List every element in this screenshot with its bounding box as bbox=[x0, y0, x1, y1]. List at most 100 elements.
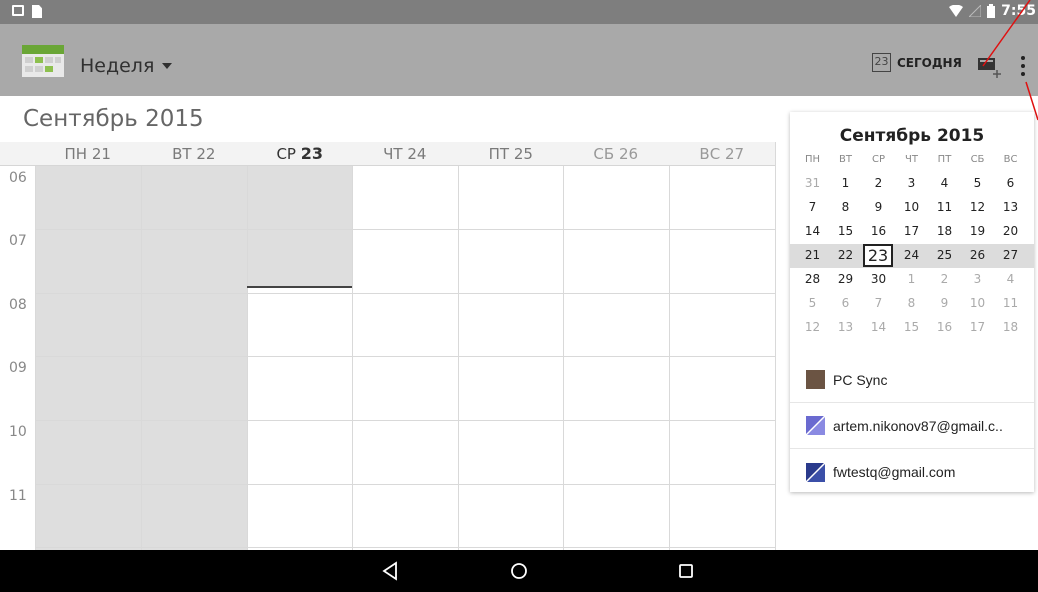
mini-calendar-day[interactable]: 15 bbox=[895, 316, 928, 339]
mini-calendar-day[interactable]: 30 bbox=[862, 268, 895, 291]
mini-calendar-day[interactable]: 26 bbox=[961, 244, 994, 267]
calendar-item[interactable]: fwtestq@gmail.com bbox=[790, 449, 1034, 495]
mini-calendar-day[interactable]: 2 bbox=[862, 172, 895, 195]
mini-calendar-day[interactable]: 8 bbox=[895, 292, 928, 315]
mini-calendar-day[interactable]: 7 bbox=[862, 292, 895, 315]
mini-calendar-day[interactable]: 4 bbox=[994, 268, 1027, 291]
mini-calendar-day[interactable]: 11 bbox=[994, 292, 1027, 315]
dropdown-caret-icon bbox=[162, 63, 173, 69]
hour-label: 06 bbox=[9, 170, 27, 186]
sd-card-icon bbox=[32, 5, 42, 18]
mini-calendar-day[interactable]: 11 bbox=[928, 196, 961, 219]
mini-calendar-day[interactable]: 17 bbox=[895, 220, 928, 243]
mini-calendar-day[interactable]: 9 bbox=[928, 292, 961, 315]
mini-calendar-day[interactable]: 27 bbox=[994, 244, 1027, 267]
hour-label: 07 bbox=[9, 233, 27, 249]
mini-calendar-day[interactable]: 1 bbox=[895, 268, 928, 291]
mini-calendar-day[interactable]: 24 bbox=[895, 244, 928, 267]
mini-calendar-week: 12 13 14 15 16 17 18 bbox=[790, 316, 1034, 340]
mini-calendar-day[interactable]: 22 bbox=[829, 244, 862, 267]
hour-row: 08 bbox=[0, 293, 775, 357]
mini-calendar-day[interactable]: 31 bbox=[796, 172, 829, 195]
today-button[interactable]: 23 СЕГОДНЯ bbox=[872, 53, 962, 72]
mini-calendar-day[interactable]: 16 bbox=[862, 220, 895, 243]
day-header-mon[interactable]: ПН 21 bbox=[35, 142, 141, 166]
back-icon[interactable] bbox=[379, 559, 403, 583]
calendar-color-swatch bbox=[806, 416, 825, 435]
today-label: СЕГОДНЯ bbox=[897, 55, 962, 70]
view-selector-label: Неделя bbox=[80, 55, 155, 77]
mini-calendar-day[interactable]: 21 bbox=[796, 244, 829, 267]
mini-calendar-day[interactable]: 10 bbox=[895, 196, 928, 219]
battery-icon bbox=[987, 4, 996, 18]
mini-calendar-day[interactable]: 10 bbox=[961, 292, 994, 315]
mini-calendar-day[interactable]: 16 bbox=[928, 316, 961, 339]
mini-calendar-day[interactable]: 6 bbox=[994, 172, 1027, 195]
overflow-menu-icon[interactable] bbox=[1016, 54, 1030, 78]
mini-calendar-day[interactable]: 4 bbox=[928, 172, 961, 195]
calendar-item[interactable]: PC Sync bbox=[790, 357, 1034, 403]
calendar-name: artem.nikonov87@gmail.c.. bbox=[833, 417, 1003, 434]
mini-calendar-day[interactable]: 20 bbox=[994, 220, 1027, 243]
mini-calendar-day[interactable]: 12 bbox=[961, 196, 994, 219]
hour-row: 10 bbox=[0, 420, 775, 484]
mini-calendar-day[interactable]: 14 bbox=[862, 316, 895, 339]
mini-calendar-day[interactable]: 6 bbox=[829, 292, 862, 315]
day-header-fri[interactable]: ПТ 25 bbox=[458, 142, 564, 166]
mini-calendar-day[interactable]: 1 bbox=[829, 172, 862, 195]
mini-calendar-day[interactable]: 9 bbox=[862, 196, 895, 219]
day-header-thu[interactable]: ЧТ 24 bbox=[352, 142, 458, 166]
mini-calendar-day[interactable]: 25 bbox=[928, 244, 961, 267]
mini-calendar-day[interactable]: 15 bbox=[829, 220, 862, 243]
mini-calendar-week: 5 6 7 8 9 10 11 bbox=[790, 292, 1034, 316]
navigation-bar bbox=[0, 550, 1038, 592]
mini-calendar-day[interactable]: 23 bbox=[863, 244, 893, 267]
mini-calendar-day[interactable]: 19 bbox=[961, 220, 994, 243]
mini-calendar-dow: ПТ bbox=[937, 154, 952, 165]
mini-calendar-day[interactable]: 7 bbox=[796, 196, 829, 219]
mini-calendar-week: 31 1 2 3 4 5 6 bbox=[790, 172, 1034, 196]
mini-calendar-day[interactable]: 13 bbox=[994, 196, 1027, 219]
mini-calendar-week: 14 15 16 17 18 19 20 bbox=[790, 220, 1034, 244]
mini-calendar-panel: Сентябрь 2015 ПН ВТ СР ЧТ ПТ СБ ВС 31 1 2 3… bbox=[790, 112, 1034, 492]
mini-calendar-day[interactable]: 8 bbox=[829, 196, 862, 219]
hour-label: 08 bbox=[9, 297, 27, 313]
mini-calendar-day[interactable]: 5 bbox=[961, 172, 994, 195]
month-title: Сентябрь 2015 bbox=[23, 106, 204, 132]
week-grid[interactable]: 06 07 08 09 10 11 bbox=[0, 166, 775, 550]
mini-calendar-day[interactable]: 13 bbox=[829, 316, 862, 339]
mini-calendar-day[interactable]: 18 bbox=[928, 220, 961, 243]
calendar-color-swatch bbox=[806, 462, 825, 482]
mini-calendar-dow: СБ bbox=[970, 154, 985, 165]
hour-row: 07 bbox=[0, 229, 775, 293]
mini-calendar-day[interactable]: 3 bbox=[895, 172, 928, 195]
mini-calendar-day[interactable]: 18 bbox=[994, 316, 1027, 339]
mini-calendar-day[interactable]: 3 bbox=[961, 268, 994, 291]
day-header-wed[interactable]: СР 23 bbox=[247, 142, 353, 166]
status-bar: 7:55 bbox=[0, 0, 1038, 24]
day-header-sun[interactable]: ВС 27 bbox=[669, 142, 775, 166]
mini-calendar-title: Сентябрь 2015 bbox=[839, 126, 985, 146]
new-event-icon[interactable] bbox=[977, 55, 1003, 79]
view-selector[interactable]: Неделя bbox=[80, 55, 173, 77]
hour-label: 11 bbox=[9, 488, 27, 504]
recents-icon[interactable] bbox=[674, 559, 698, 583]
mini-calendar-day[interactable]: 12 bbox=[796, 316, 829, 339]
calendar-app-icon[interactable] bbox=[22, 45, 64, 77]
calendar-item[interactable]: artem.nikonov87@gmail.c.. bbox=[790, 403, 1034, 449]
mini-calendar-dow: ЧТ bbox=[905, 154, 918, 165]
mini-calendar-day[interactable]: 28 bbox=[796, 268, 829, 291]
mini-calendar-day[interactable]: 14 bbox=[796, 220, 829, 243]
home-icon[interactable] bbox=[507, 559, 531, 583]
today-icon: 23 bbox=[872, 53, 891, 72]
mini-calendar-day[interactable]: 17 bbox=[961, 316, 994, 339]
image-icon bbox=[12, 5, 24, 16]
calendar-color-swatch bbox=[806, 370, 825, 389]
mini-calendar-day[interactable]: 29 bbox=[829, 268, 862, 291]
mini-calendar-day[interactable]: 5 bbox=[796, 292, 829, 315]
mini-calendar-week: 28 29 30 1 2 3 4 bbox=[790, 268, 1034, 292]
mini-calendar-day[interactable]: 2 bbox=[928, 268, 961, 291]
mini-calendar-dow: ПН bbox=[804, 154, 821, 165]
day-header-sat[interactable]: СБ 26 bbox=[563, 142, 669, 166]
day-header-tue[interactable]: ВТ 22 bbox=[141, 142, 247, 166]
